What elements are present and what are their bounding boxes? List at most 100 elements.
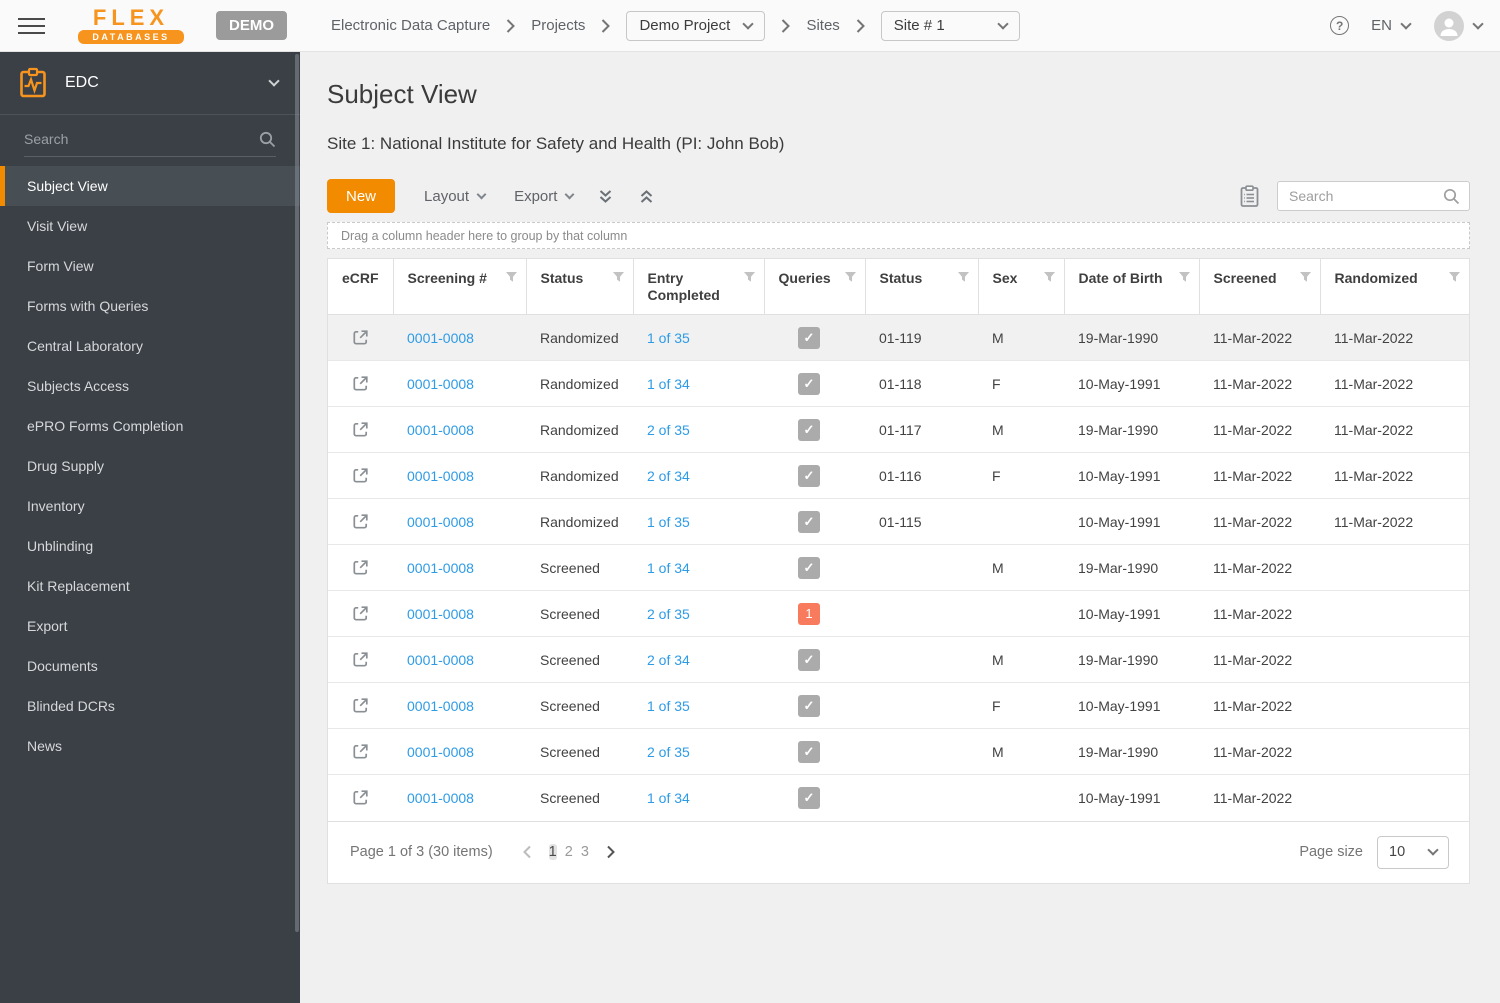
filter-icon[interactable] <box>1178 271 1191 283</box>
open-ecrf-icon[interactable] <box>351 788 370 807</box>
queries-resolved-checkbox[interactable]: ✓ <box>798 786 820 809</box>
table-row[interactable]: 0001-0008 Randomized 1 of 35 ✓ 01-119 M 19-Mar… <box>328 314 1469 361</box>
sidebar-item-export[interactable]: Export <box>0 606 300 646</box>
table-row[interactable]: 0001-0008 Screened 1 of 35 ✓ F 10-May-1991 11-… <box>328 682 1469 729</box>
open-ecrf-icon[interactable] <box>351 742 370 761</box>
table-row[interactable]: 0001-0008 Screened 2 of 35 ✓ M 19-Mar-1990 11-… <box>328 728 1469 775</box>
open-ecrf-icon[interactable] <box>351 328 370 347</box>
sidebar-item-unblinding[interactable]: Unblinding <box>0 526 300 566</box>
open-ecrf-icon[interactable] <box>351 558 370 577</box>
project-select[interactable]: Demo Project <box>626 10 766 41</box>
page-button-2[interactable]: 2 <box>565 844 573 860</box>
queries-resolved-checkbox[interactable]: ✓ <box>798 648 820 671</box>
entry-completed-link[interactable]: 2 of 34 <box>647 652 690 668</box>
column-header-status[interactable]: Status <box>865 259 979 315</box>
sidebar-item-forms-with-queries[interactable]: Forms with Queries <box>0 286 300 326</box>
next-page-icon[interactable] <box>597 844 625 860</box>
new-button[interactable]: New <box>327 179 396 213</box>
column-header-date-of-birth[interactable]: Date of Birth <box>1064 259 1200 315</box>
entry-completed-link[interactable]: 2 of 34 <box>647 468 690 484</box>
entry-completed-link[interactable]: 1 of 34 <box>647 376 690 392</box>
queries-resolved-checkbox[interactable]: ✓ <box>798 740 820 763</box>
sidebar-item-inventory[interactable]: Inventory <box>0 486 300 526</box>
screening-number-link[interactable]: 0001-0008 <box>407 330 474 346</box>
sidebar-item-blinded-dcrs[interactable]: Blinded DCRs <box>0 686 300 726</box>
user-menu[interactable] <box>1434 10 1484 41</box>
open-ecrf-icon[interactable] <box>351 374 370 393</box>
sidebar-item-subjects-access[interactable]: Subjects Access <box>0 366 300 406</box>
entry-completed-link[interactable]: 1 of 35 <box>647 330 690 346</box>
screening-number-link[interactable]: 0001-0008 <box>407 514 474 530</box>
filter-icon[interactable] <box>1043 271 1056 283</box>
filter-icon[interactable] <box>612 271 625 283</box>
column-header-randomized[interactable]: Randomized <box>1320 259 1469 315</box>
filter-icon[interactable] <box>957 271 970 283</box>
breadcrumb-projects[interactable]: Projects <box>531 17 585 34</box>
collapse-all-icon[interactable] <box>638 188 655 205</box>
sidebar-item-visit-view[interactable]: Visit View <box>0 206 300 246</box>
filter-icon[interactable] <box>1299 271 1312 283</box>
column-header-entry-completed[interactable]: Entry Completed <box>633 259 765 315</box>
table-row[interactable]: 0001-0008 Randomized 2 of 35 ✓ 01-117 M 19-Mar… <box>328 406 1469 453</box>
open-ecrf-icon[interactable] <box>351 512 370 531</box>
language-select[interactable]: EN <box>1371 17 1412 34</box>
group-by-drop-zone[interactable]: Drag a column header here to group by th… <box>327 222 1470 249</box>
open-ecrf-icon[interactable] <box>351 650 370 669</box>
open-ecrf-icon[interactable] <box>351 604 370 623</box>
screening-number-link[interactable]: 0001-0008 <box>407 560 474 576</box>
queries-resolved-checkbox[interactable]: ✓ <box>798 372 820 395</box>
queries-resolved-checkbox[interactable]: ✓ <box>798 418 820 441</box>
screening-number-link[interactable]: 0001-0008 <box>407 422 474 438</box>
table-row[interactable]: 0001-0008 Randomized 1 of 35 ✓ 01-115 10-May-… <box>328 498 1469 545</box>
sidebar-item-form-view[interactable]: Form View <box>0 246 300 286</box>
page-button-1[interactable]: 1 <box>548 844 557 860</box>
entry-completed-link[interactable]: 2 of 35 <box>647 422 690 438</box>
filter-icon[interactable] <box>844 271 857 283</box>
column-header-sex[interactable]: Sex <box>978 259 1065 315</box>
page-button-3[interactable]: 3 <box>581 844 589 860</box>
entry-completed-link[interactable]: 1 of 34 <box>647 790 690 806</box>
sidebar-item-subject-view[interactable]: Subject View <box>0 166 300 206</box>
site-select[interactable]: Site # 1 <box>880 10 1020 41</box>
filter-icon[interactable] <box>505 271 518 283</box>
filter-icon[interactable] <box>1448 271 1461 283</box>
column-header-queries[interactable]: Queries <box>764 259 866 315</box>
breadcrumb-sites[interactable]: Sites <box>806 17 839 34</box>
audit-log-icon[interactable] <box>1239 184 1260 208</box>
table-row[interactable]: 0001-0008 Screened 2 of 34 ✓ M 19-Mar-1990 11-… <box>328 636 1469 683</box>
column-header-status[interactable]: Status <box>526 259 634 315</box>
screening-number-link[interactable]: 0001-0008 <box>407 468 474 484</box>
entry-completed-link[interactable]: 1 of 35 <box>647 698 690 714</box>
sidebar-item-news[interactable]: News <box>0 726 300 766</box>
menu-hamburger-icon[interactable] <box>18 13 45 39</box>
queries-resolved-checkbox[interactable]: ✓ <box>798 694 820 717</box>
queries-resolved-checkbox[interactable]: ✓ <box>798 464 820 487</box>
export-dropdown[interactable]: Export <box>514 188 575 205</box>
column-header-screened[interactable]: Screened <box>1199 259 1321 315</box>
sidebar-scrollbar[interactable] <box>295 54 299 932</box>
table-row[interactable]: 0001-0008 Screened 2 of 35 1 10-May-1991 11-M… <box>328 590 1469 637</box>
sidebar-item-epro-forms-completion[interactable]: ePRO Forms Completion <box>0 406 300 446</box>
screening-number-link[interactable]: 0001-0008 <box>407 744 474 760</box>
open-ecrf-icon[interactable] <box>351 420 370 439</box>
sidebar-item-drug-supply[interactable]: Drug Supply <box>0 446 300 486</box>
screening-number-link[interactable]: 0001-0008 <box>407 698 474 714</box>
table-row[interactable]: 0001-0008 Screened 1 of 34 ✓ 10-May-1991 11-M… <box>328 775 1469 821</box>
help-icon[interactable]: ? <box>1330 16 1350 35</box>
entry-completed-link[interactable]: 1 of 35 <box>647 514 690 530</box>
expand-all-icon[interactable] <box>597 188 614 205</box>
screening-number-link[interactable]: 0001-0008 <box>407 606 474 622</box>
sidebar-search-input[interactable] <box>24 131 276 147</box>
breadcrumb-edc[interactable]: Electronic Data Capture <box>331 17 490 34</box>
screening-number-link[interactable]: 0001-0008 <box>407 376 474 392</box>
queries-resolved-checkbox[interactable]: ✓ <box>798 326 820 349</box>
module-switcher[interactable]: EDC <box>0 52 300 115</box>
filter-icon[interactable] <box>743 271 756 283</box>
screening-number-link[interactable]: 0001-0008 <box>407 790 474 806</box>
sidebar-item-central-laboratory[interactable]: Central Laboratory <box>0 326 300 366</box>
entry-completed-link[interactable]: 2 of 35 <box>647 744 690 760</box>
column-header-screening-[interactable]: Screening # <box>393 259 527 315</box>
open-ecrf-icon[interactable] <box>351 696 370 715</box>
previous-page-icon[interactable] <box>513 844 541 860</box>
sidebar-item-documents[interactable]: Documents <box>0 646 300 686</box>
